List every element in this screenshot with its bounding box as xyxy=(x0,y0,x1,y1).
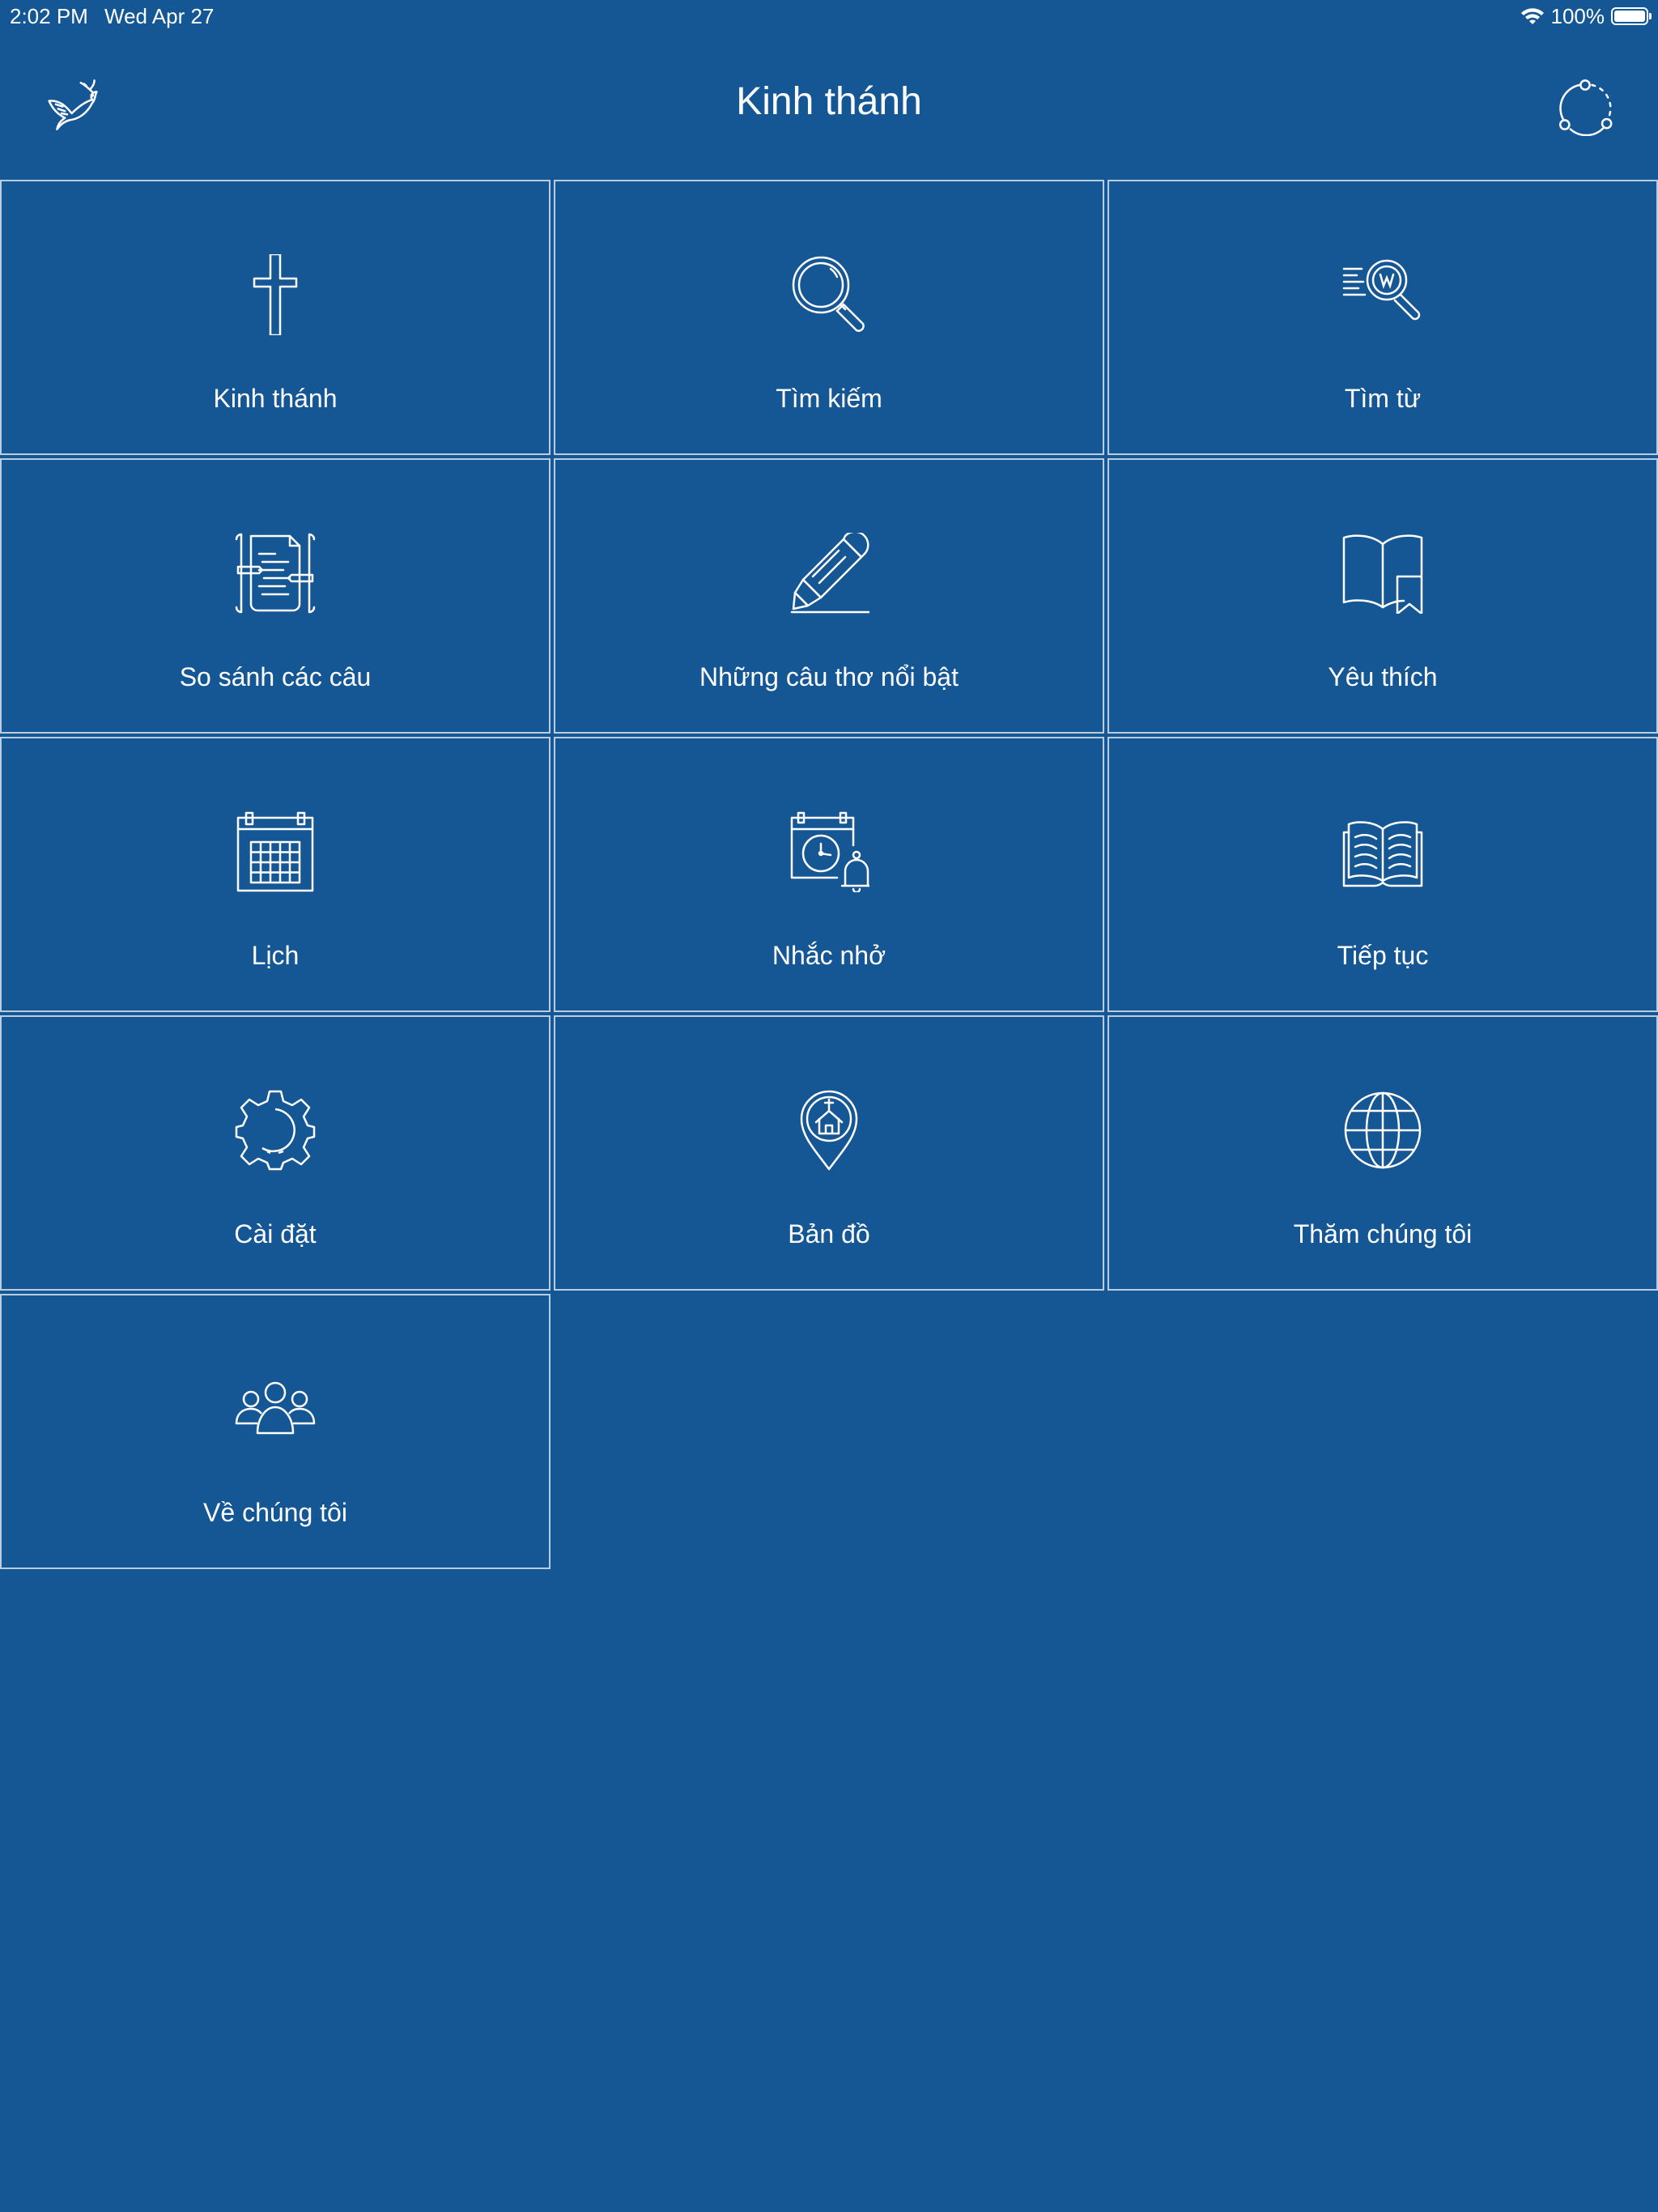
gear-icon xyxy=(235,1090,316,1171)
tile-label: Những câu thơ nổi bật xyxy=(699,662,959,691)
cross-icon xyxy=(235,254,316,335)
tile-label: Yêu thích xyxy=(1328,662,1438,691)
page-title: Kinh thánh xyxy=(736,80,922,123)
highlight-pen-icon xyxy=(789,533,869,614)
compare-verses-icon xyxy=(235,533,316,614)
tile-label: Bản đồ xyxy=(788,1219,870,1249)
tile-label: Tìm kiếm xyxy=(776,384,882,413)
status-bar: 2:02 PM Wed Apr 27 100% xyxy=(0,0,1658,32)
word-search-icon xyxy=(1342,254,1423,335)
tile-kinh-thanh[interactable]: Kinh thánh xyxy=(0,180,551,455)
status-time: 2:02 PM xyxy=(10,4,88,28)
tile-label: Lịch xyxy=(251,941,300,970)
people-icon xyxy=(235,1368,316,1449)
tile-nhac-nho[interactable]: Nhắc nhở xyxy=(554,737,1104,1012)
tile-so-sanh[interactable]: So sánh các câu xyxy=(0,458,551,734)
tile-label: Về chúng tôi xyxy=(203,1498,347,1527)
tile-label: Nhắc nhở xyxy=(772,941,886,970)
bookmark-book-icon xyxy=(1342,533,1423,614)
open-book-icon xyxy=(1342,811,1423,892)
battery-percent: 100% xyxy=(1550,4,1605,28)
tile-yeu-thich[interactable]: Yêu thích xyxy=(1107,458,1658,734)
tile-label: Cài đặt xyxy=(234,1219,317,1249)
status-right: 100% xyxy=(1520,0,1652,32)
nav-bar: Kinh thánh xyxy=(0,32,1658,178)
tile-ban-do[interactable]: Bản đồ xyxy=(554,1015,1104,1291)
tile-label: Tìm từ xyxy=(1344,384,1422,413)
tile-nhung-cau-tho[interactable]: Những câu thơ nổi bật xyxy=(554,458,1104,734)
battery-level xyxy=(1614,11,1645,22)
map-pin-church-icon xyxy=(789,1090,869,1171)
tile-label: Thăm chúng tôi xyxy=(1293,1219,1473,1249)
tile-ve-chung-toi[interactable]: Về chúng tôi xyxy=(0,1294,551,1569)
wifi-icon xyxy=(1520,8,1544,24)
tile-label: Kinh thánh xyxy=(213,384,338,413)
status-date: Wed Apr 27 xyxy=(104,4,215,28)
reminder-icon xyxy=(789,811,869,892)
globe-icon xyxy=(1342,1090,1423,1171)
tile-label: So sánh các câu xyxy=(179,662,372,691)
tile-label: Tiếp tục xyxy=(1337,941,1429,970)
calendar-icon xyxy=(235,811,316,892)
tile-cai-dat[interactable]: Cài đặt xyxy=(0,1015,551,1291)
battery-icon xyxy=(1611,7,1652,25)
tile-tiep-tuc[interactable]: Tiếp tục xyxy=(1107,737,1658,1012)
tile-tim-kiem[interactable]: Tìm kiếm xyxy=(554,180,1104,455)
sync-icon[interactable] xyxy=(1557,79,1613,136)
search-icon xyxy=(789,254,869,335)
tile-tham-chung-toi[interactable]: Thăm chúng tôi xyxy=(1107,1015,1658,1291)
tile-lich[interactable]: Lịch xyxy=(0,737,551,1012)
tile-tim-tu[interactable]: Tìm từ xyxy=(1107,180,1658,455)
